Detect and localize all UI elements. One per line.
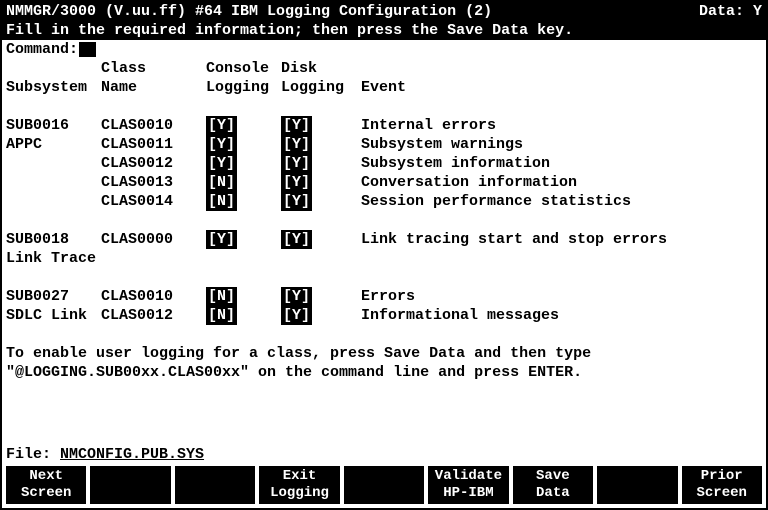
col-header-console2: Logging <box>206 78 281 97</box>
cell-class: CLAS0013 <box>101 173 206 192</box>
cell-subsys: SUB0027 <box>6 287 101 306</box>
cell-subsys <box>6 192 101 211</box>
fkey-validate-hpibm[interactable]: Validate HP-IBM <box>428 466 508 504</box>
table-row: APPCCLAS0011[Y][Y]Subsystem warnings <box>2 135 766 154</box>
table-row: CLAS0012[Y][Y]Subsystem information <box>2 154 766 173</box>
console-flag[interactable]: [Y] <box>206 116 237 135</box>
console-flag[interactable]: [Y] <box>206 230 237 249</box>
command-label: Command: <box>6 40 78 59</box>
console-flag[interactable]: [N] <box>206 287 237 306</box>
disk-flag[interactable]: [Y] <box>281 192 312 211</box>
fkey-blank[interactable] <box>344 466 424 504</box>
disk-flag[interactable]: [Y] <box>281 135 312 154</box>
cell-event: Subsystem information <box>361 154 762 173</box>
cell-class: CLAS0012 <box>101 306 206 325</box>
fkey-blank[interactable] <box>90 466 170 504</box>
cell-subsys: APPC <box>6 135 101 154</box>
table-row: CLAS0014[N] [Y] Session performance statis… <box>2 192 766 211</box>
function-key-bar: Next Screen Exit Logging Validate HP-IBM… <box>2 464 766 508</box>
col-header-disk2: Logging <box>281 78 361 97</box>
disk-flag[interactable]: [Y] <box>281 173 312 192</box>
console-flag[interactable]: [Y] <box>206 154 237 173</box>
cell-event: Session performance statistics <box>361 192 762 211</box>
console-flag[interactable]: [N] <box>206 173 237 192</box>
table-row: SUB0018 CLAS0000 [Y] [Y] Link tracing st… <box>2 230 766 249</box>
help-line-2: "@LOGGING.SUB00xx.CLAS00xx" on the comma… <box>6 363 582 382</box>
fkey-prior-screen[interactable]: Prior Screen <box>682 466 762 504</box>
disk-flag[interactable]: [Y] <box>281 306 312 325</box>
col-header-class2: Name <box>101 78 206 97</box>
console-flag[interactable]: [N] <box>206 192 237 211</box>
cell-subsys <box>6 173 101 192</box>
help-line-1: To enable user logging for a class, pres… <box>6 344 591 363</box>
console-flag[interactable]: [N] <box>206 306 237 325</box>
cell-event: Errors <box>361 287 762 306</box>
col-header-subsystem: Subsystem <box>6 78 101 97</box>
table-row: CLAS0013[N] [Y] Conversation information <box>2 173 766 192</box>
header-instruction: Fill in the required information; then p… <box>6 21 573 40</box>
cell-class: CLAS0010 <box>101 116 206 135</box>
cell-class: CLAS0012 <box>101 154 206 173</box>
disk-flag[interactable]: [Y] <box>281 230 312 249</box>
table-row: SUB0027CLAS0010[N] [Y] Errors <box>2 287 766 306</box>
group-label-linktrace: Link Trace <box>6 249 96 268</box>
disk-flag[interactable]: [Y] <box>281 287 312 306</box>
col-header-console1: Console <box>206 59 281 78</box>
fkey-exit-logging[interactable]: Exit Logging <box>259 466 339 504</box>
header-data-flag: Data: Y <box>699 2 762 21</box>
fkey-save-data[interactable]: Save Data <box>513 466 593 504</box>
cell-subsys: SUB0016 <box>6 116 101 135</box>
cell-event: Conversation information <box>361 173 762 192</box>
cell-subsys: SUB0018 <box>6 230 101 249</box>
file-label: File: <box>6 446 60 463</box>
col-header-class1: Class <box>101 59 206 78</box>
cell-event: Internal errors <box>361 116 762 135</box>
cell-class: CLAS0011 <box>101 135 206 154</box>
cell-subsys <box>6 154 101 173</box>
cell-event: Link tracing start and stop errors <box>361 230 762 249</box>
cell-class: CLAS0000 <box>101 230 206 249</box>
header-title: NMMGR/3000 (V.uu.ff) #64 IBM Logging Con… <box>6 2 492 21</box>
cell-class: CLAS0014 <box>101 192 206 211</box>
cell-subsys: SDLC Link <box>6 306 101 325</box>
col-header-event: Event <box>361 78 762 97</box>
cell-event: Subsystem warnings <box>361 135 762 154</box>
col-header-blank2 <box>361 59 762 78</box>
console-flag[interactable]: [Y] <box>206 135 237 154</box>
file-value: NMCONFIG.PUB.SYS <box>60 446 204 463</box>
command-input[interactable] <box>79 42 96 57</box>
col-header-disk1: Disk <box>281 59 361 78</box>
table-row: SDLC LinkCLAS0012[N] [Y] Informational mes… <box>2 306 766 325</box>
fkey-blank[interactable] <box>175 466 255 504</box>
table-row: SUB0016CLAS0010[Y][Y]Internal errors <box>2 116 766 135</box>
cell-class: CLAS0010 <box>101 287 206 306</box>
disk-flag[interactable]: [Y] <box>281 116 312 135</box>
disk-flag[interactable]: [Y] <box>281 154 312 173</box>
col-header-blank <box>6 59 101 78</box>
fkey-next-screen[interactable]: Next Screen <box>6 466 86 504</box>
fkey-blank[interactable] <box>597 466 677 504</box>
cell-event: Informational messages <box>361 306 762 325</box>
